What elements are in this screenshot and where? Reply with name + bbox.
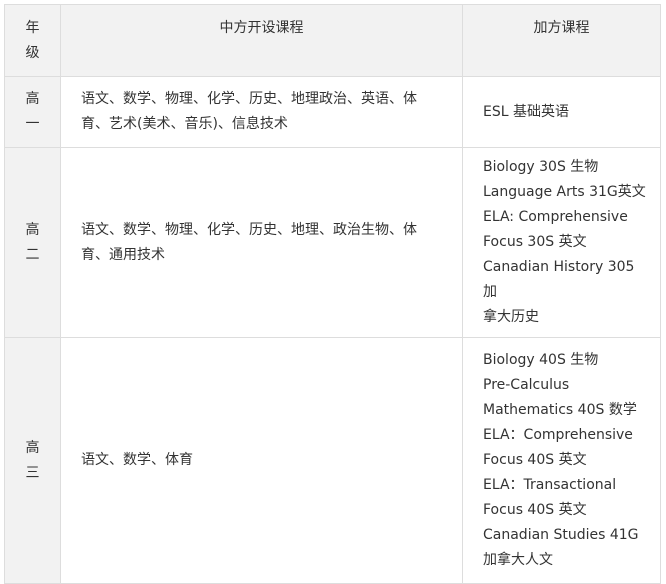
chinese-course-line: 语文、数学、体育 bbox=[81, 452, 193, 468]
canadian-course-line: Biology 40S 生物 bbox=[483, 352, 599, 368]
canadian-courses-cell: ESL 基础英语 bbox=[462, 76, 661, 148]
grade-header-line-2: 级 bbox=[25, 44, 40, 61]
canadian-courses-header-label: 加方课程 bbox=[533, 20, 590, 36]
canadian-course-line: Mathematics 40S 数学 bbox=[483, 402, 637, 418]
canadian-course-line: 拿大历史 bbox=[483, 309, 539, 325]
grade-cell: 高 一 bbox=[4, 76, 61, 148]
chinese-course-line: 语文、数学、物理、化学、历史、地理政治、英语、体 bbox=[81, 91, 417, 107]
table-row-grade-11: 高 二 语文、数学、物理、化学、历史、地理、政治生物、体 育、通用技术 Biol… bbox=[4, 147, 661, 338]
canadian-course-line: Pre-Calculus bbox=[483, 377, 570, 393]
chinese-courses-cell: 语文、数学、物理、化学、历史、地理、政治生物、体 育、通用技术 bbox=[60, 147, 463, 338]
canadian-course-line: ELA: Comprehensive bbox=[483, 209, 628, 225]
canadian-course-line: ELA：Transactional bbox=[483, 477, 617, 493]
chinese-course-line: 语文、数学、物理、化学、历史、地理、政治生物、体 bbox=[81, 221, 417, 238]
canadian-course-line: Focus 30S 英文 bbox=[483, 234, 587, 250]
course-table-container: 年 级 中方开设课程 加方课程 高 一 语文、数学、物理、化学、历史、地理政治、… bbox=[4, 4, 661, 584]
canadian-courses-cell: Biology 30S 生物 Language Arts 31G英文 ELA: … bbox=[462, 147, 661, 338]
canadian-course-line: Focus 40S 英文 bbox=[483, 452, 587, 468]
chinese-course-line: 育、通用技术 bbox=[81, 246, 165, 263]
canadian-courses-header: 加方课程 bbox=[462, 4, 661, 77]
grade-label-line-2: 一 bbox=[25, 116, 40, 132]
canadian-course-line: 加拿大人文 bbox=[483, 552, 553, 568]
header-row: 年 级 中方开设课程 加方课程 bbox=[4, 4, 661, 77]
grade-label-line-1: 高 bbox=[25, 91, 40, 107]
canadian-course-line: Focus 40S 英文 bbox=[483, 502, 587, 518]
chinese-course-line: 育、艺术(美术、音乐)、信息技术 bbox=[81, 116, 288, 132]
canadian-course-line: Biology 30S 生物 bbox=[483, 159, 599, 175]
chinese-courses-header: 中方开设课程 bbox=[60, 4, 463, 77]
chinese-courses-cell: 语文、数学、体育 bbox=[60, 337, 463, 584]
grade-label-line-1: 高 bbox=[25, 439, 40, 456]
grade-label-line-2: 二 bbox=[25, 246, 40, 263]
canadian-course-line: Canadian Studies 41G bbox=[483, 527, 639, 543]
canadian-course-line: Canadian History 305 加 bbox=[483, 259, 635, 300]
canadian-courses-cell: Biology 40S 生物 Pre-Calculus Mathematics … bbox=[462, 337, 661, 584]
chinese-courses-header-label: 中方开设课程 bbox=[219, 20, 304, 36]
canadian-course-line: ELA：Comprehensive bbox=[483, 427, 633, 443]
chinese-courses-cell: 语文、数学、物理、化学、历史、地理政治、英语、体 育、艺术(美术、音乐)、信息技… bbox=[60, 76, 463, 148]
grade-cell: 高 三 bbox=[4, 337, 61, 584]
table-row-grade-10: 高 一 语文、数学、物理、化学、历史、地理政治、英语、体 育、艺术(美术、音乐)… bbox=[4, 76, 661, 148]
table-row-grade-12: 高 三 语文、数学、体育 Biology 40S 生物 Pre-Calculus… bbox=[4, 337, 661, 584]
course-table: 年 级 中方开设课程 加方课程 高 一 语文、数学、物理、化学、历史、地理政治、… bbox=[4, 4, 661, 584]
canadian-course-line: ESL 基础英语 bbox=[483, 103, 569, 120]
grade-header: 年 级 bbox=[4, 4, 61, 77]
grade-label-line-2: 三 bbox=[25, 464, 40, 481]
canadian-course-line: Language Arts 31G英文 bbox=[483, 184, 646, 200]
grade-header-line-1: 年 bbox=[25, 19, 40, 36]
grade-cell: 高 二 bbox=[4, 147, 61, 338]
grade-label-line-1: 高 bbox=[25, 221, 40, 238]
